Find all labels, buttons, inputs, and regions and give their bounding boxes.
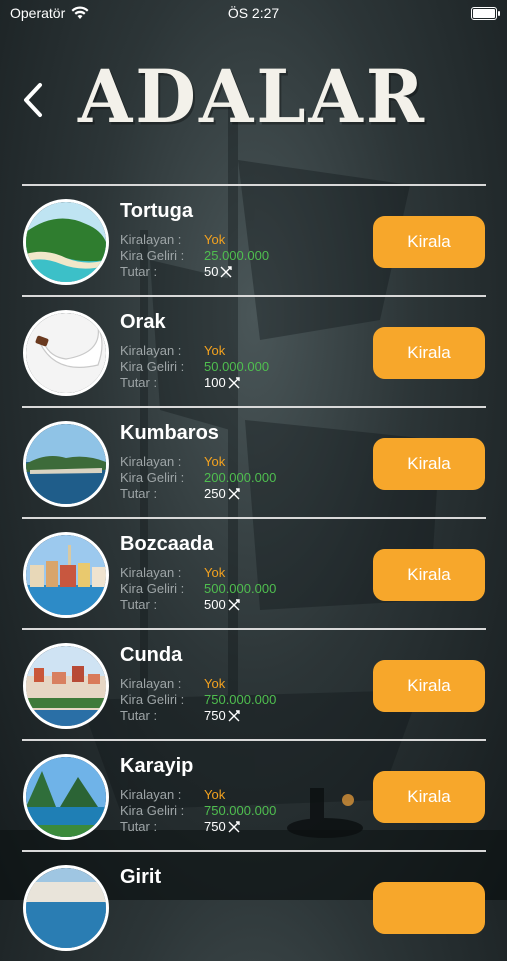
renter-label: Kiralayan : [120,676,182,691]
island-image-kumbaros [23,421,109,507]
island-name: Girit [120,866,162,888]
swords-icon [228,487,240,499]
island-image-tortuga [23,199,109,285]
rent-button-cunda[interactable]: Kirala [373,660,485,712]
island-image-bozcaada [23,532,109,618]
amount-number: 250 [204,486,226,501]
chevron-left-icon [24,83,42,117]
status-bar: Operatör ÖS 2:27 [0,0,507,26]
island-image-girit [23,865,109,951]
amount-number: 750 [204,819,226,834]
renter-value: Yok [204,343,226,358]
island-image-cunda [23,643,109,729]
battery-fill [473,8,495,18]
income-value: 500.000.000 [204,581,277,596]
rent-button-bozcaada[interactable]: Kirala [373,549,485,601]
amount-label: Tutar : [120,819,158,834]
back-button[interactable] [18,80,48,120]
renter-value: Yok [204,787,226,802]
swords-icon [228,709,240,721]
island-row-girit: Girit [22,850,486,961]
rent-button-orak[interactable]: Kirala [373,327,485,379]
wifi-icon [71,6,89,19]
island-name: Kumbaros [120,422,219,444]
island-image-karayip [23,754,109,840]
amount-number: 100 [204,375,226,390]
swords-icon [228,598,240,610]
island-row-kumbaros: Kumbaros Kiralayan : Yok Kira Geliri : 2… [22,406,486,517]
island-row-orak: Orak Kiralayan : Yok Kira Geliri : 50.00… [22,295,486,406]
amount-number: 50 [204,264,219,279]
income-label: Kira Geliri : [120,581,185,596]
amount-number: 500 [204,597,226,612]
island-row-bozcaada: Bozcaada Kiralayan : Yok Kira Geliri : 5… [22,517,486,628]
carrier-label: Operatör [10,5,66,21]
amount-value: 500 [204,597,240,612]
swords-icon [228,376,240,388]
island-name: Karayip [120,755,194,777]
renter-label: Kiralayan : [120,565,182,580]
island-row-karayip: Karayip Kiralayan : Yok Kira Geliri : 75… [22,739,486,850]
header: ADALAR [0,50,507,150]
renter-label: Kiralayan : [120,343,182,358]
rent-button-girit[interactable] [373,882,485,934]
renter-value: Yok [204,232,226,247]
income-value: 750.000.000 [204,803,277,818]
amount-label: Tutar : [120,597,158,612]
income-value: 25.000.000 [204,248,270,263]
swords-icon [228,820,240,832]
renter-label: Kiralayan : [120,787,182,802]
renter-label: Kiralayan : [120,232,182,247]
amount-value: 250 [204,486,240,501]
island-row-tortuga: Tortuga Kiralayan : Yok Kira Geliri : 25… [22,184,486,295]
island-name: Orak [120,311,166,333]
income-label: Kira Geliri : [120,692,185,707]
renter-value: Yok [204,454,226,469]
income-label: Kira Geliri : [120,359,185,374]
income-value: 750.000.000 [204,692,277,707]
page-title: ADALAR [78,52,428,141]
island-list: Tortuga Kiralayan : Yok Kira Geliri : 25… [22,184,486,961]
island-name: Bozcaada [120,533,214,555]
amount-label: Tutar : [120,375,158,390]
income-label: Kira Geliri : [120,803,185,818]
rent-button-tortuga[interactable]: Kirala [373,216,485,268]
status-left: Operatör [10,5,89,21]
amount-value: 100 [204,375,240,390]
swords-icon [220,265,233,277]
battery-icon [471,6,500,20]
amount-value: 750 [204,708,240,723]
renter-value: Yok [204,676,226,691]
renter-label: Kiralayan : [120,454,182,469]
amount-label: Tutar : [120,708,158,723]
income-label: Kira Geliri : [120,470,185,485]
island-image-orak [23,310,109,396]
renter-value: Yok [204,565,226,580]
island-row-cunda: Cunda Kiralayan : Yok Kira Geliri : 750.… [22,628,486,739]
income-value: 200.000.000 [204,470,277,485]
amount-number: 750 [204,708,226,723]
rent-button-karayip[interactable]: Kirala [373,771,485,823]
rent-button-kumbaros[interactable]: Kirala [373,438,485,490]
island-name: Tortuga [120,200,193,222]
income-label: Kira Geliri : [120,248,185,263]
amount-value: 50 [204,264,233,279]
amount-label: Tutar : [120,264,158,279]
income-value: 50.000.000 [204,359,270,374]
amount-label: Tutar : [120,486,158,501]
island-name: Cunda [120,644,183,666]
amount-value: 750 [204,819,240,834]
